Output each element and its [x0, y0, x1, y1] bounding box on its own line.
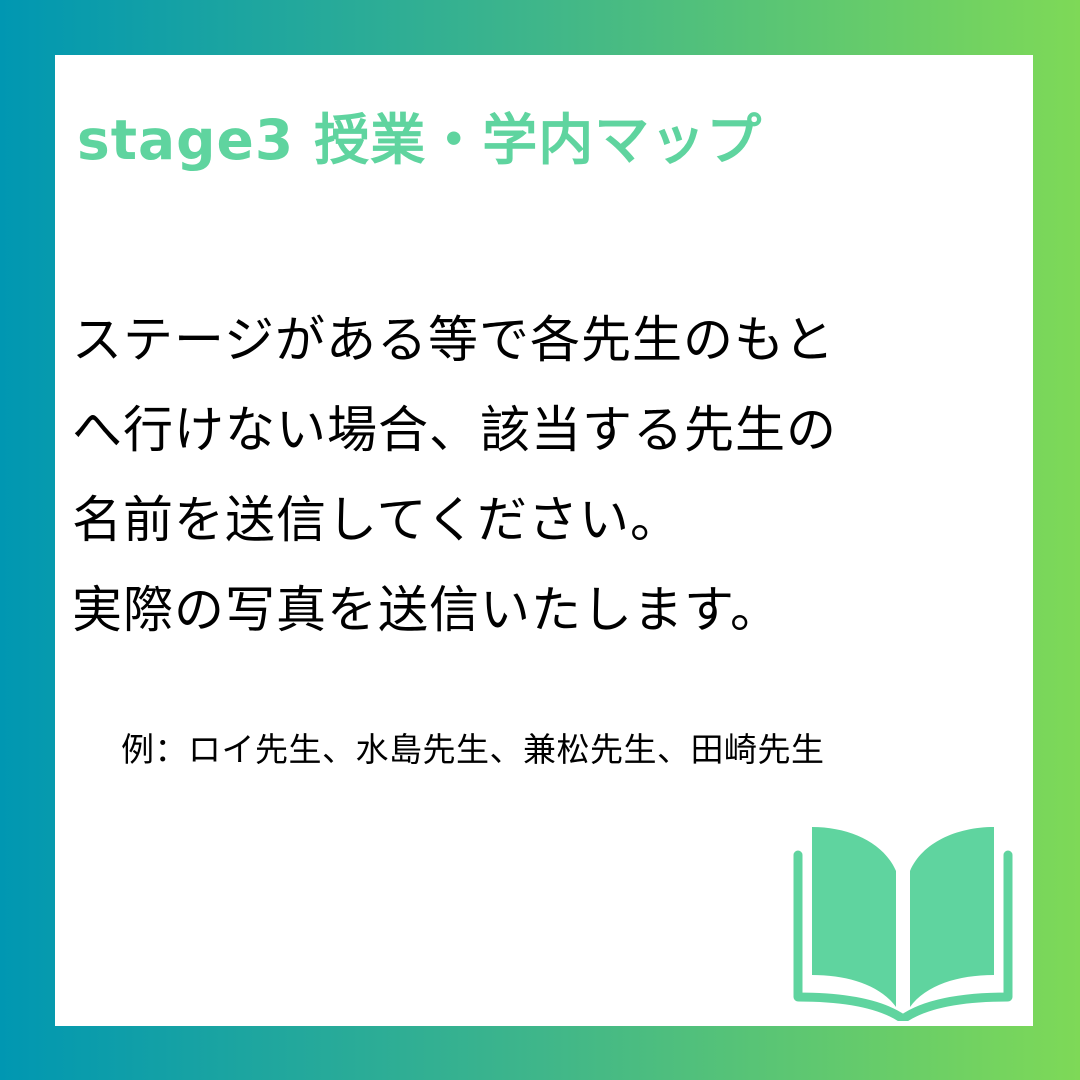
- instruction-line: ステージがある等で各先生のもと: [72, 311, 835, 369]
- instruction-line: 実際の写真を送信いたします。: [72, 581, 781, 639]
- example-text: 例：ロイ先生、水島先生、兼松先生、田崎先生: [121, 730, 825, 769]
- open-book-icon: [793, 827, 1013, 1021]
- page-title: stage3 授業・学内マップ: [77, 108, 763, 172]
- instruction-text: ステージがある等で各先生のもと へ行けない場合、該当する先生の 名前を送信してく…: [72, 295, 1012, 655]
- instruction-line: へ行けない場合、該当する先生の: [72, 401, 837, 459]
- instruction-line: 名前を送信してください。: [72, 491, 681, 549]
- content-card: stage3 授業・学内マップ ステージがある等で各先生のもと へ行けない場合、…: [55, 55, 1033, 1026]
